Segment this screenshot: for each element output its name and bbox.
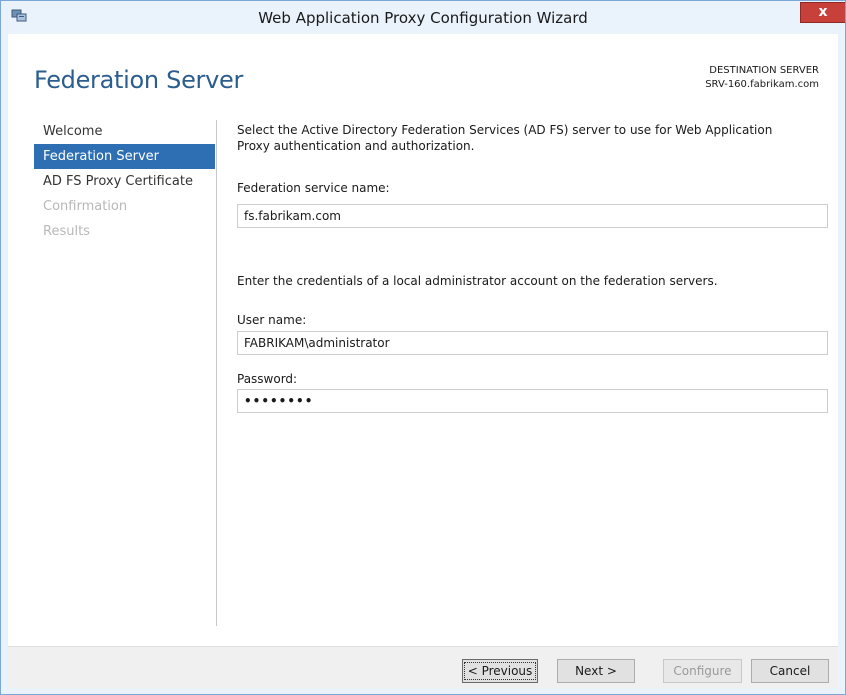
wizard-step-nav: Welcome Federation Server AD FS Proxy Ce… [34,119,215,244]
user-name-label: User name: [237,313,307,327]
nav-divider [216,120,217,626]
federation-service-name-label: Federation service name: [237,181,390,195]
close-button[interactable]: x [800,2,846,23]
credentials-text: Enter the credentials of a local adminis… [237,274,718,288]
nav-item-welcome[interactable]: Welcome [34,119,215,144]
configure-button: Configure [663,659,742,683]
password-label: Password: [237,372,298,386]
next-button[interactable]: Next > [557,659,635,683]
user-name-input[interactable]: FABRIKAM\administrator [237,331,828,355]
button-bar: < Previous Next > Configure Cancel [8,646,838,688]
page-title: Federation Server [34,66,244,94]
intro-text: Select the Active Directory Federation S… [237,123,773,153]
previous-button[interactable]: < Previous [462,659,538,683]
wizard-window: Web Application Proxy Configuration Wiza… [0,0,846,695]
nav-item-confirmation: Confirmation [43,199,128,214]
wizard-client-area: Federation Server DESTINATION SERVER SRV… [8,34,838,646]
destination-server-value: SRV-160.fabrikam.com [705,79,819,90]
nav-item-results: Results [43,224,90,239]
previous-button-label: < Previous [463,662,537,680]
destination-server-label: DESTINATION SERVER [709,65,819,76]
federation-service-name-input[interactable]: fs.fabrikam.com [237,204,828,228]
nav-item-federation-server[interactable]: Federation Server [34,144,215,169]
cancel-button[interactable]: Cancel [751,659,829,683]
title-bar[interactable]: Web Application Proxy Configuration Wiza… [0,0,846,34]
close-icon: x [818,4,828,20]
password-input[interactable]: •••••••• [237,389,828,413]
window-title: Web Application Proxy Configuration Wiza… [258,9,588,27]
nav-item-adfs-proxy-certificate[interactable]: AD FS Proxy Certificate [34,169,215,194]
